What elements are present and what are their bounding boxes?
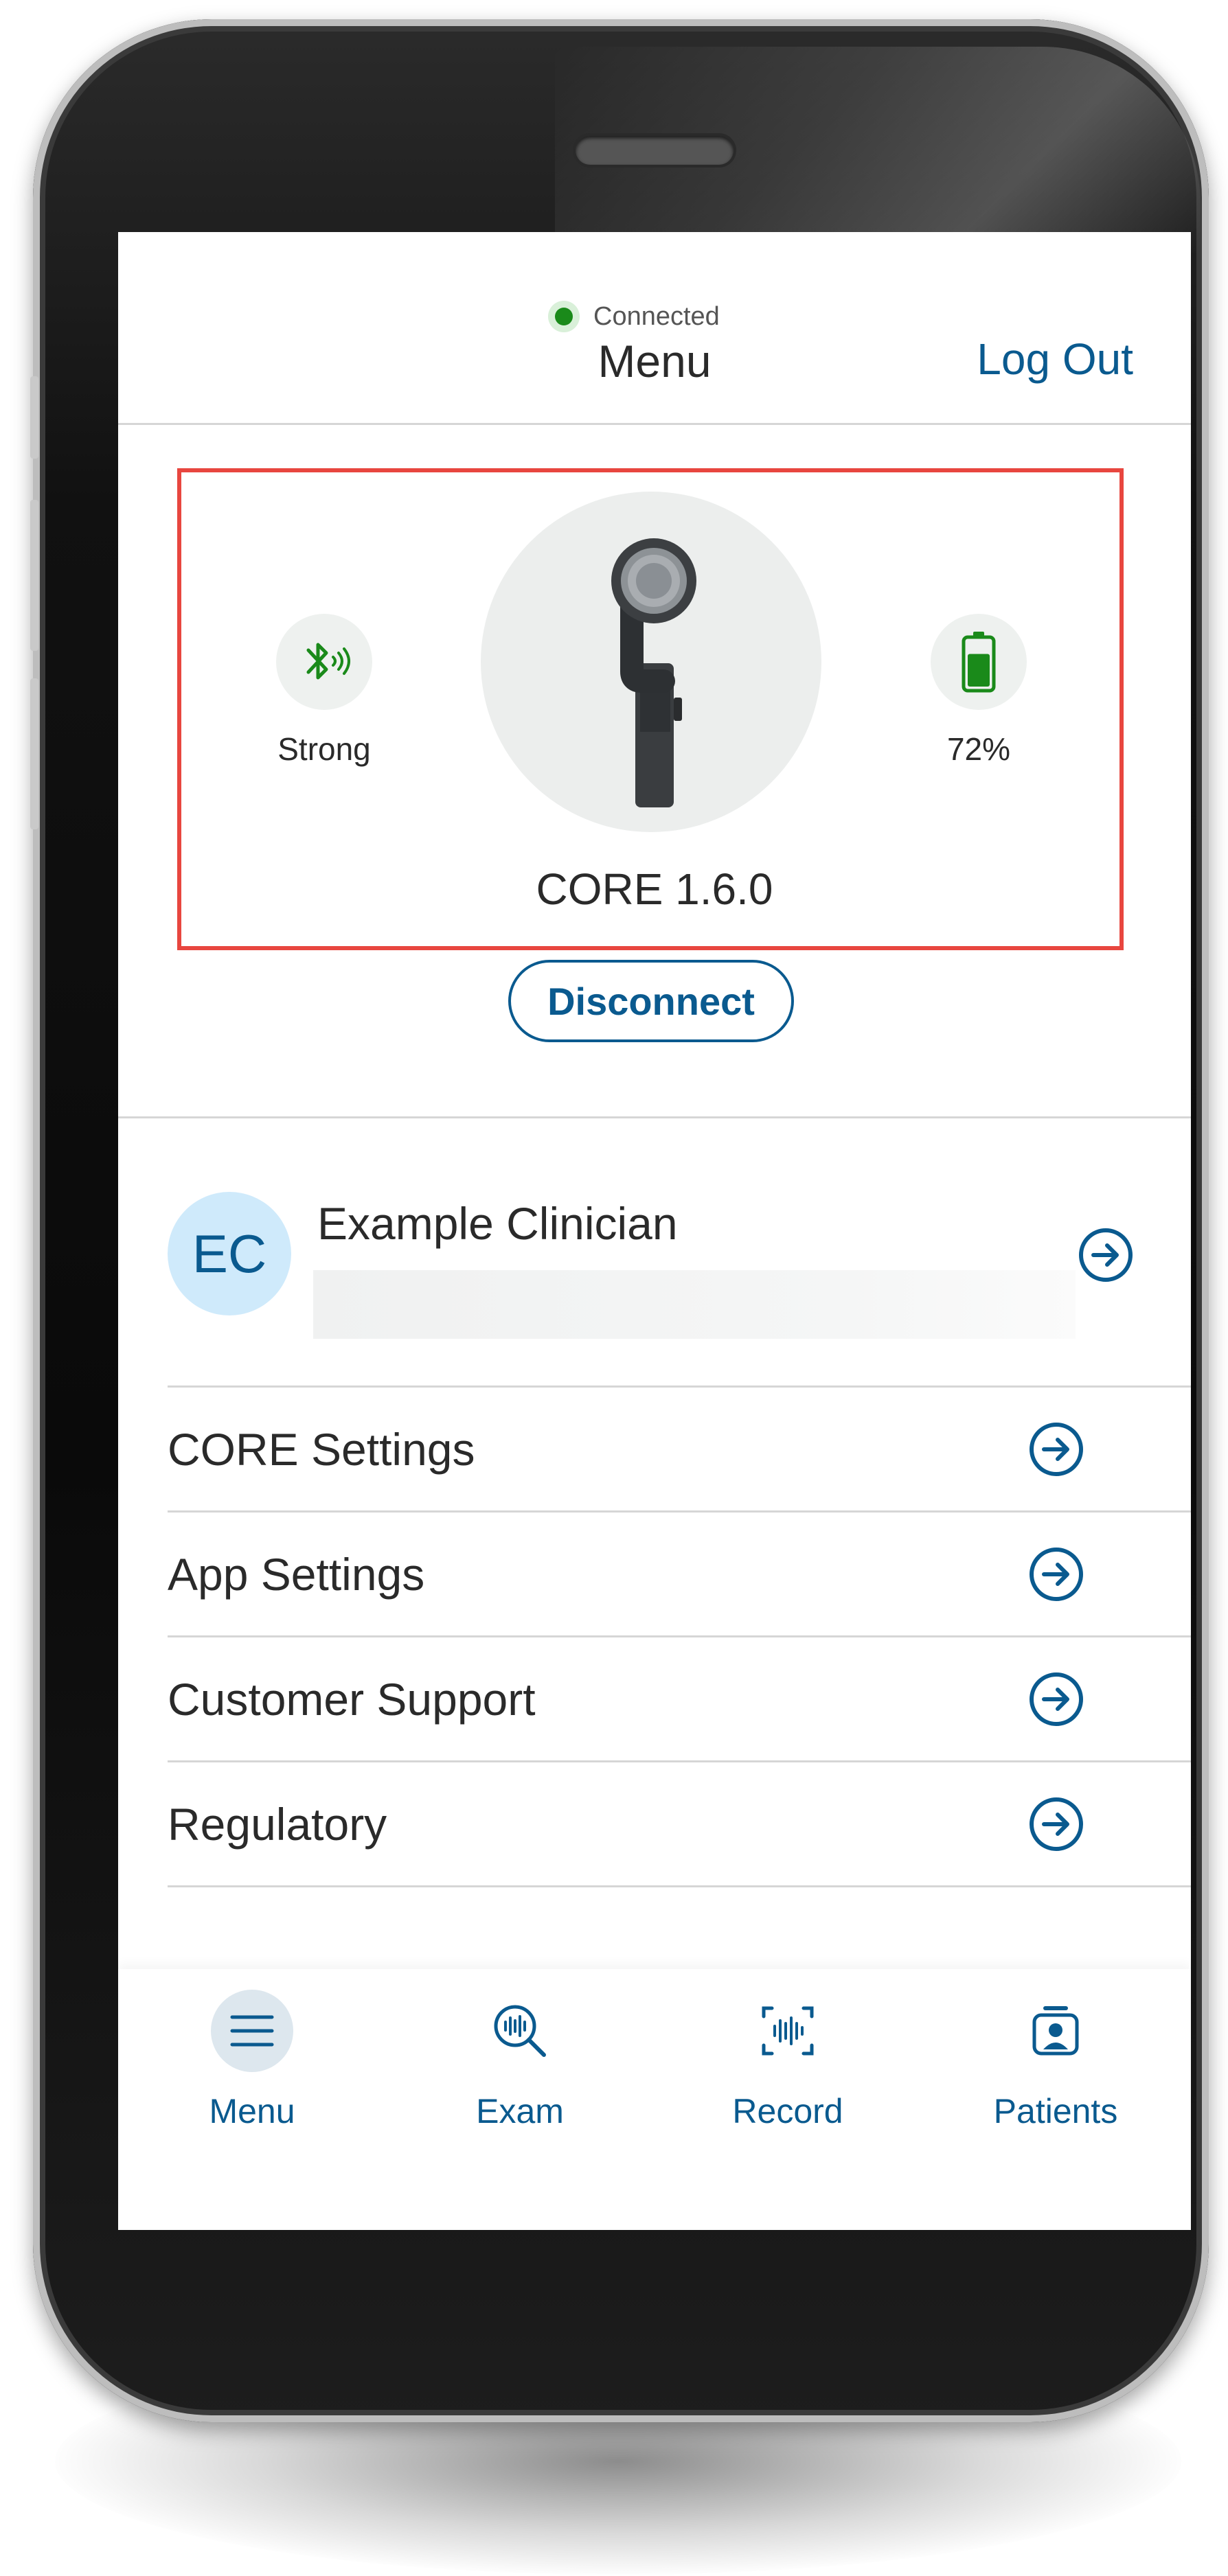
app-screen: Connected Menu Log Out Strong 72% CORE 1… xyxy=(118,232,1191,2230)
menu-icon xyxy=(211,1990,293,2072)
logout-button[interactable]: Log Out xyxy=(977,334,1133,384)
arrow-right-icon xyxy=(1030,1548,1083,1601)
exam-icon xyxy=(479,1990,561,2072)
phone-frame: Connected Menu Log Out Strong 72% CORE 1… xyxy=(30,19,1209,2422)
profile-name: Example Clinician xyxy=(317,1198,678,1249)
nav-label: Exam xyxy=(476,2092,564,2130)
app-header: Connected Menu Log Out xyxy=(118,232,1191,424)
device-name: CORE 1.6.0 xyxy=(536,864,773,914)
battery-icon xyxy=(931,614,1027,710)
bluetooth-signal-icon xyxy=(276,614,372,710)
status-text: Connected xyxy=(593,301,720,331)
disconnect-button[interactable]: Disconnect xyxy=(508,960,794,1042)
mute-switch xyxy=(30,376,38,459)
menu-item-label: App Settings xyxy=(168,1549,425,1600)
device-image xyxy=(481,492,821,832)
nav-tab-record[interactable]: Record xyxy=(654,1969,922,2148)
menu-item-label: CORE Settings xyxy=(168,1424,475,1475)
patients-icon xyxy=(1014,1990,1097,2072)
nav-label: Record xyxy=(732,2092,843,2130)
menu-item-app-settings[interactable]: App Settings xyxy=(168,1513,1191,1636)
nav-tab-menu[interactable]: Menu xyxy=(118,1969,386,2148)
header-divider xyxy=(118,423,1191,425)
menu-item-core-settings[interactable]: CORE Settings xyxy=(168,1388,1191,1511)
nav-tab-patients[interactable]: Patients xyxy=(922,1969,1190,2148)
volume-up-button xyxy=(30,500,38,651)
row-divider xyxy=(168,1885,1191,1887)
arrow-right-icon xyxy=(1030,1797,1083,1851)
profile-arrow-icon[interactable] xyxy=(1077,1226,1135,1284)
arrow-right-icon xyxy=(1030,1423,1083,1476)
phone-speaker xyxy=(576,136,734,165)
nav-label: Menu xyxy=(209,2092,295,2130)
nav-tab-exam[interactable]: Exam xyxy=(386,1969,654,2148)
signal-strength-label: Strong xyxy=(277,731,371,767)
status-dot-icon xyxy=(555,308,573,325)
menu-item-label: Customer Support xyxy=(168,1674,536,1725)
volume-down-button xyxy=(30,678,38,829)
menu-item-label: Regulatory xyxy=(168,1799,387,1850)
nav-label: Patients xyxy=(993,2092,1118,2130)
menu-item-customer-support[interactable]: Customer Support xyxy=(168,1637,1191,1761)
profile-subtitle-placeholder xyxy=(313,1270,1076,1339)
menu-item-regulatory[interactable]: Regulatory xyxy=(168,1762,1191,1886)
arrow-right-icon xyxy=(1030,1672,1083,1726)
avatar: EC xyxy=(168,1192,291,1315)
section-divider xyxy=(118,1116,1191,1118)
record-icon xyxy=(747,1990,829,2072)
stethoscope-icon xyxy=(611,538,696,807)
connection-status: Connected xyxy=(555,299,720,334)
bottom-navigation: Menu Exam Record Patients xyxy=(118,1969,1191,2230)
battery-level-label: 72% xyxy=(946,731,1011,767)
